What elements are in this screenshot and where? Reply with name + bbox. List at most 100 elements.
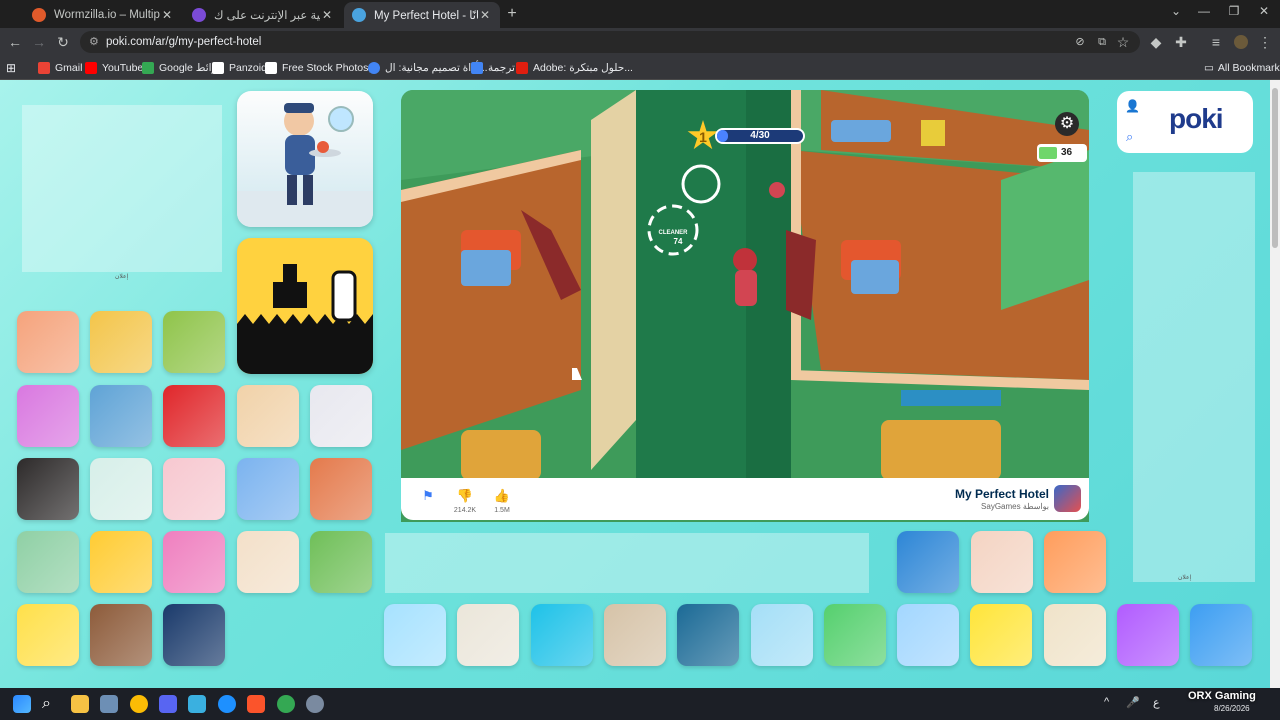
- bookmark-adobe[interactable]: Adobe: حلول مبتكرة...: [516, 60, 633, 76]
- all-bookmarks[interactable]: ▭ All Bookmarks: [1204, 60, 1280, 76]
- cleaner-cost: 74: [673, 237, 683, 246]
- tray-chevron-icon[interactable]: ^: [1104, 696, 1109, 708]
- close-icon[interactable]: ✕: [160, 8, 174, 22]
- settings-icon[interactable]: [306, 695, 324, 713]
- game-thumbnail[interactable]: [897, 531, 959, 593]
- game-thumbnail[interactable]: [90, 531, 152, 593]
- dislike-icon[interactable]: 👎: [453, 488, 477, 504]
- game-thumbnail[interactable]: [970, 604, 1033, 666]
- bookmark-canva[interactable]: أداة تصميم مجانية: ال...: [368, 60, 488, 76]
- game-thumbnail[interactable]: [237, 385, 299, 447]
- game-thumbnail[interactable]: [310, 385, 372, 447]
- search-icon[interactable]: ⌕: [1126, 129, 1133, 145]
- game-thumbnail[interactable]: [17, 531, 79, 593]
- language-indicator[interactable]: ع: [1153, 696, 1160, 709]
- cleaner-label: CLEANER: [658, 230, 688, 236]
- install-icon[interactable]: ⧉: [1093, 33, 1111, 51]
- tab-poki-games[interactable]: ألعاب مجانية عبر الإنترنت على ك ✕: [184, 2, 342, 28]
- game-thumbnail[interactable]: [677, 604, 740, 666]
- reload-icon[interactable]: ↻: [54, 33, 72, 51]
- chrome-icon[interactable]: [277, 695, 295, 713]
- game-thumbnail[interactable]: [237, 458, 299, 520]
- game-canvas[interactable]: 1 4/30 ⚙ 36 CLEANER 74: [401, 90, 1089, 522]
- game-thumbnail[interactable]: [90, 385, 152, 447]
- game-thumbnail[interactable]: [237, 531, 299, 593]
- settings-icon[interactable]: ⚙: [1055, 112, 1079, 136]
- close-icon[interactable]: ✕: [478, 8, 492, 22]
- game-thumbnail[interactable]: [163, 311, 225, 373]
- search-icon[interactable]: ⌕: [42, 695, 60, 713]
- game-thumbnail[interactable]: [750, 604, 813, 666]
- game-thumbnail[interactable]: [17, 311, 79, 373]
- game-thumbnail[interactable]: [603, 604, 666, 666]
- bookmark-panzoid[interactable]: Panzoid: [212, 60, 267, 76]
- apps-icon[interactable]: ⊞: [6, 60, 16, 76]
- game-thumbnail[interactable]: [823, 604, 886, 666]
- restore-icon[interactable]: ❐: [1224, 4, 1244, 18]
- app-icon[interactable]: [218, 695, 236, 713]
- game-thumbnail[interactable]: [1117, 604, 1179, 666]
- game-thumbnail[interactable]: [970, 531, 1033, 593]
- game-thumbnail[interactable]: [897, 604, 960, 666]
- avatar[interactable]: [1232, 33, 1250, 51]
- brave-icon[interactable]: [247, 695, 265, 713]
- like-icon[interactable]: 👍: [490, 488, 514, 504]
- mouse-cursor-icon: [572, 368, 582, 380]
- game-thumbnail[interactable]: [163, 458, 225, 520]
- game-thumbnail[interactable]: [163, 604, 225, 666]
- game-thumbnail[interactable]: [90, 311, 152, 373]
- report-flag-icon[interactable]: ⚑: [416, 488, 440, 504]
- scrollbar-thumb[interactable]: [1272, 88, 1278, 248]
- page-scrollbar[interactable]: [1270, 80, 1280, 688]
- chrome-icon[interactable]: [130, 695, 148, 713]
- tab-my-perfect-hotel[interactable]: My Perfect Hotel - الإنترنت مجانًا ✕: [344, 2, 500, 28]
- site-info-icon[interactable]: ⚙: [89, 31, 99, 53]
- back-icon[interactable]: ←: [6, 33, 24, 51]
- tab-strip: Wormzilla.io – Multiplayer Snak ✕ ألعاب …: [0, 0, 1280, 28]
- game-thumbnail[interactable]: [1044, 531, 1106, 593]
- bookmark-translate[interactable]: ترجمة: [471, 60, 515, 76]
- user-icon[interactable]: 👤: [1125, 99, 1140, 113]
- address-bar[interactable]: ⚙ poki.com/ar/g/my-perfect-hotel: [80, 31, 1140, 53]
- app-icon[interactable]: [188, 695, 206, 713]
- star-icon[interactable]: ☆: [1114, 33, 1132, 51]
- game-thumb-silhouette[interactable]: [237, 238, 373, 374]
- forward-icon[interactable]: →: [30, 33, 48, 51]
- microphone-icon[interactable]: 🎤: [1126, 696, 1140, 709]
- media-icon[interactable]: ≡: [1207, 33, 1225, 51]
- game-thumbnail[interactable]: [163, 385, 225, 447]
- game-thumbnail[interactable]: [17, 458, 79, 520]
- file-explorer-icon[interactable]: [71, 695, 89, 713]
- game-thumb-waiter[interactable]: [237, 91, 373, 227]
- game-thumbnail[interactable]: [384, 604, 446, 666]
- poki-logo[interactable]: poki: [1169, 103, 1224, 135]
- close-icon[interactable]: ✕: [320, 8, 334, 22]
- menu-icon[interactable]: ⋮: [1256, 33, 1274, 51]
- eye-off-icon[interactable]: ⊘: [1071, 33, 1089, 51]
- puzzle-icon[interactable]: ✚: [1172, 33, 1190, 51]
- discord-icon[interactable]: [159, 695, 177, 713]
- new-tab-button[interactable]: +: [503, 5, 521, 23]
- game-thumbnail[interactable]: [90, 604, 152, 666]
- game-thumbnail[interactable]: [310, 458, 372, 520]
- game-thumbnail[interactable]: [163, 531, 225, 593]
- game-thumbnail[interactable]: [530, 604, 593, 666]
- tab-search-icon[interactable]: ⌄: [1166, 4, 1186, 18]
- game-thumbnail[interactable]: [1190, 604, 1253, 666]
- tab-wormzilla[interactable]: Wormzilla.io – Multiplayer Snak ✕: [24, 2, 182, 28]
- bookmark-youtube[interactable]: YouTube: [85, 60, 143, 76]
- close-window-icon[interactable]: ✕: [1254, 4, 1274, 18]
- game-thumbnail[interactable]: [17, 385, 79, 447]
- game-thumbnail[interactable]: [17, 604, 79, 666]
- bookmark-gmail[interactable]: Gmail: [38, 60, 82, 76]
- game-thumbnail[interactable]: [1043, 604, 1106, 666]
- game-thumbnail[interactable]: [457, 604, 520, 666]
- windows-start-icon[interactable]: [13, 695, 31, 713]
- minimize-icon[interactable]: —: [1194, 4, 1214, 18]
- game-thumbnail[interactable]: [310, 531, 372, 593]
- app-icon[interactable]: [100, 695, 118, 713]
- clock-date[interactable]: 8/26/2026: [1214, 704, 1250, 713]
- game-thumbnail[interactable]: [90, 458, 152, 520]
- bookmark-stock-photos[interactable]: Free Stock Photos,...: [265, 60, 380, 76]
- extension-icon[interactable]: ◆: [1147, 33, 1165, 51]
